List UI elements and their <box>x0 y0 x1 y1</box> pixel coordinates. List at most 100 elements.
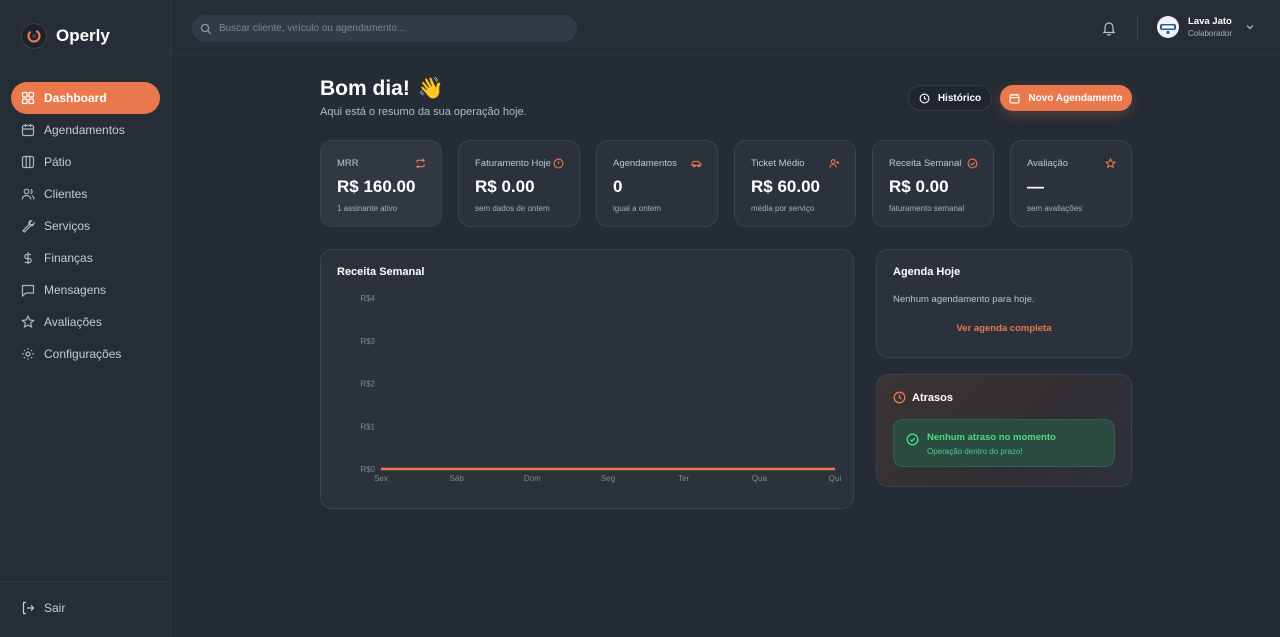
calendar-icon <box>1010 93 1020 103</box>
bell-icon[interactable] <box>1101 20 1117 36</box>
sidebar-item-avaliacoes[interactable]: Avaliações <box>11 306 160 338</box>
stat-value: R$ 60.00 <box>751 177 820 196</box>
search-bar[interactable] <box>192 15 577 42</box>
delays-panel: Atrasos Nenhum atraso no momento Operaçã… <box>876 374 1132 487</box>
sidebar-item-label: Mensagens <box>44 283 107 297</box>
stat-value: 0 <box>613 177 623 196</box>
stat-sub: faturamento semanal <box>889 204 965 213</box>
panel-title: Agenda Hoje <box>893 266 961 278</box>
sidebar-divider <box>0 581 170 582</box>
sidebar-item-label: Avaliações <box>44 315 102 329</box>
avatar <box>1157 16 1179 38</box>
user-role: Colaborador <box>1188 29 1233 38</box>
stat-card-mrr: MRR R$ 160.00 1 assinante ativo <box>320 140 442 227</box>
agenda-empty-text: Nenhum agendamento para hoje. <box>893 294 1035 305</box>
history-button[interactable]: Histórico <box>908 85 992 111</box>
stat-sub: sem avaliações <box>1027 204 1083 213</box>
user-menu[interactable]: Lava Jato Colaborador <box>1157 16 1255 38</box>
page-title: Bom dia! 👋 <box>320 77 527 101</box>
stat-value: — <box>1027 177 1044 196</box>
clock-icon <box>893 391 906 404</box>
clock-icon <box>919 93 930 103</box>
sidebar-item-label: Pátio <box>44 155 72 169</box>
y-tick-label: R$0 <box>360 465 375 474</box>
sidebar-nav: Dashboard Agendamentos Pátio Clientes Se… <box>11 82 160 370</box>
car-icon <box>691 160 702 168</box>
y-tick-label: R$2 <box>360 380 375 389</box>
x-tick-label: Ter <box>678 474 689 483</box>
sidebar-item-label: Finanças <box>44 251 93 265</box>
stat-value: R$ 0.00 <box>889 177 949 196</box>
sidebar-item-servicos[interactable]: Serviços <box>11 210 160 242</box>
brand[interactable]: Operly <box>22 24 110 48</box>
greeting-text: Bom dia! <box>320 77 410 100</box>
wrench-icon <box>22 220 35 233</box>
calendar-icon <box>21 124 35 137</box>
full-agenda-link[interactable]: Ver agenda completa <box>893 323 1115 334</box>
message-icon <box>21 284 35 297</box>
logout-icon <box>22 601 35 615</box>
stat-value: R$ 160.00 <box>337 177 416 196</box>
stat-card-ticket-medio: Ticket Médio R$ 60.00 média por serviço <box>734 140 856 227</box>
waving-hand-emoji: 👋 <box>417 77 444 100</box>
chevron-down-icon <box>1246 25 1254 30</box>
x-tick-label: Sex <box>374 474 388 483</box>
sidebar-item-label: Serviços <box>44 219 91 233</box>
brand-name: Operly <box>56 26 110 45</box>
sidebar-item-label: Agendamentos <box>44 123 125 137</box>
user-plus-icon <box>829 159 840 168</box>
search-input[interactable] <box>219 23 559 34</box>
gear-icon <box>22 348 34 360</box>
y-tick-label: R$3 <box>360 337 375 346</box>
dollar-icon <box>24 252 32 264</box>
y-tick-label: R$1 <box>360 422 375 431</box>
stat-sub: média por serviço <box>751 204 815 213</box>
history-label: Histórico <box>937 92 982 104</box>
sidebar-item-mensagens[interactable]: Mensagens <box>11 274 160 306</box>
sidebar: Operly Dashboard Agendamentos Pátio Clie… <box>0 0 171 637</box>
check-circle-icon <box>906 433 919 446</box>
sidebar-item-clientes[interactable]: Clientes <box>11 178 160 210</box>
sidebar-item-label: Configurações <box>44 347 122 361</box>
sidebar-item-agendamentos[interactable]: Agendamentos <box>11 114 160 146</box>
sidebar-item-label: Dashboard <box>44 91 107 105</box>
columns-icon <box>21 155 35 169</box>
star-icon <box>21 315 35 329</box>
x-tick-label: Qua <box>752 474 768 483</box>
sidebar-item-label: Clientes <box>44 187 88 201</box>
topbar-divider <box>1137 17 1138 41</box>
x-tick-label: Qui <box>829 474 842 483</box>
repeat-icon <box>416 158 425 169</box>
x-tick-label: Dom <box>524 474 541 483</box>
check-circle-icon <box>967 158 978 169</box>
stat-value: R$ 0.00 <box>475 177 535 196</box>
page-subtitle: Aqui está o resumo da sua operação hoje. <box>320 106 527 118</box>
stat-card-agendamentos: Agendamentos 0 igual a ontem <box>596 140 718 227</box>
sidebar-item-configuracoes[interactable]: Configurações <box>11 338 160 370</box>
users-icon <box>21 188 35 200</box>
agenda-today-panel: Agenda Hoje Nenhum agendamento para hoje… <box>876 249 1132 358</box>
alert-circle-icon <box>553 158 564 169</box>
sidebar-item-patio[interactable]: Pátio <box>11 146 160 178</box>
stat-sub: sem dados de ontem <box>475 204 550 213</box>
weekly-revenue-chart: R$0 R$1 R$2 R$3 R$4 Sex Sáb Dom Seg Ter Qua Qui <box>360 294 842 483</box>
new-appointment-button[interactable]: Novo Agendamento <box>1000 85 1132 111</box>
logout-button[interactable]: Sair <box>21 601 65 615</box>
no-delays-status: Nenhum atraso no momento Operação dentro… <box>893 419 1115 467</box>
search-icon <box>200 23 212 34</box>
stat-sub: 1 assinante ativo <box>337 204 398 213</box>
new-appointment-label: Novo Agendamento <box>1028 92 1123 104</box>
x-tick-label: Sáb <box>450 474 465 483</box>
stat-sub: igual a ontem <box>613 204 662 213</box>
x-tick-label: Seg <box>601 474 615 483</box>
sidebar-item-financas[interactable]: Finanças <box>11 242 160 274</box>
star-icon <box>1105 158 1116 169</box>
status-title: Nenhum atraso no momento <box>927 432 1056 443</box>
dashboard-icon <box>21 91 35 105</box>
weekly-revenue-panel: R$0 R$1 R$2 R$3 R$4 Sex Sáb Dom Seg Ter Qua Qui Rec… <box>320 249 854 509</box>
stat-card-faturamento: Faturamento Hoje R$ 0.00 sem dados de on… <box>458 140 580 227</box>
sidebar-item-dashboard[interactable]: Dashboard <box>11 82 160 114</box>
stat-card-avaliacao: Avaliação — sem avaliações <box>1010 140 1132 227</box>
status-subtitle: Operação dentro do prazo! <box>927 447 1023 456</box>
topbar: Lava Jato Colaborador <box>171 0 1280 55</box>
